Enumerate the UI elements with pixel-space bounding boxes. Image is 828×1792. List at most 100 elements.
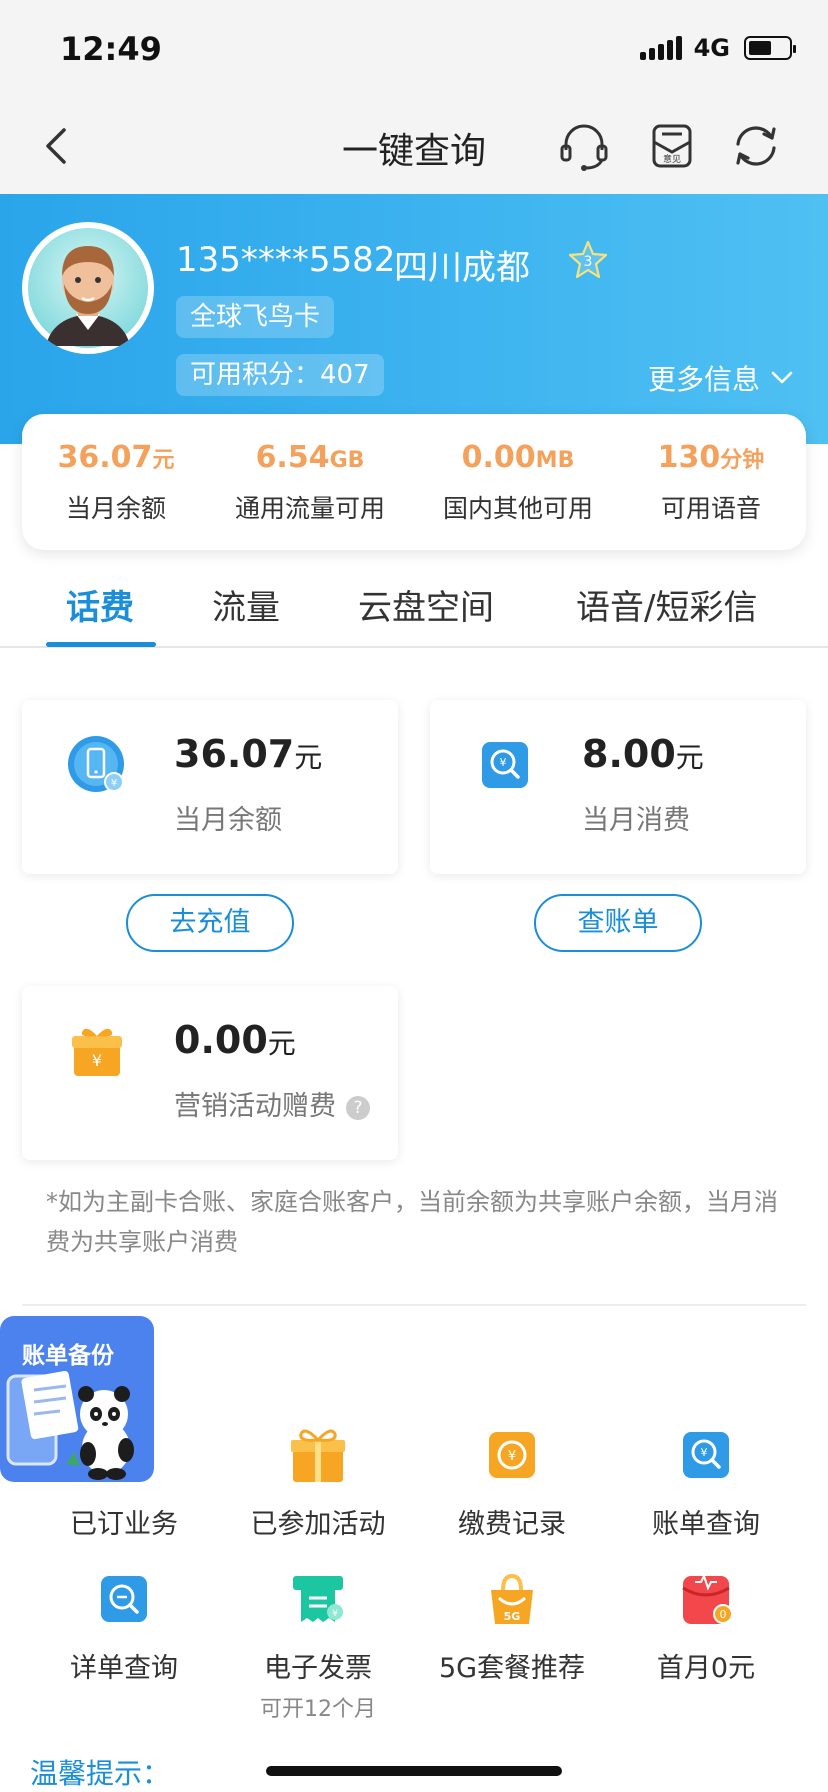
- function-e-invoice[interactable]: ¥ 电子发票 可开12个月: [218, 1568, 418, 1723]
- stat-other-data[interactable]: 0.00MB 国内其他可用: [418, 440, 618, 525]
- balance-card[interactable]: ¥ 36.07元 当月余额: [22, 700, 398, 874]
- detail-query-icon: [101, 1576, 147, 1622]
- avatar-illustration-icon: [24, 224, 152, 352]
- points-tag[interactable]: 可用积分：407: [176, 354, 384, 396]
- svg-text:¥: ¥: [701, 1446, 708, 1459]
- active-tab-indicator: [46, 642, 156, 647]
- 5g-package-icon: 5G: [491, 1573, 533, 1624]
- status-bar: 12:49 4G: [0, 0, 828, 100]
- bill-search-icon: ¥: [482, 742, 528, 788]
- help-icon[interactable]: ?: [346, 1096, 370, 1120]
- stat-balance[interactable]: 36.07元 当月余额: [36, 440, 196, 525]
- stat-data[interactable]: 6.54GB 通用流量可用: [210, 440, 410, 525]
- bill-backup-float-button[interactable]: 账单备份: [0, 1316, 154, 1482]
- function-label: 账单查询: [652, 1509, 760, 1540]
- function-first-month-free[interactable]: 0 首月0元: [606, 1568, 806, 1685]
- promo-credit-label: 营销活动赠费: [174, 1091, 336, 1122]
- tips-heading: 温馨提示：: [30, 1757, 171, 1790]
- nav-bar: 一键查询 意见: [0, 100, 828, 194]
- tab-voice-sms[interactable]: 语音/短彩信: [576, 580, 757, 629]
- payment-record-icon: ¥: [489, 1432, 535, 1478]
- page-title: 一键查询: [341, 131, 486, 172]
- invoice-icon: ¥: [293, 1576, 343, 1622]
- svg-text:¥: ¥: [508, 1449, 516, 1464]
- function-label: 已参加活动: [250, 1509, 386, 1540]
- tab-cloud-storage[interactable]: 云盘空间: [358, 580, 494, 629]
- status-time: 12:49: [60, 30, 162, 68]
- function-detail-query[interactable]: 详单查询: [24, 1568, 224, 1685]
- tab-fee[interactable]: 话费: [66, 580, 134, 629]
- function-label: 详单查询: [70, 1653, 178, 1684]
- stat-voice[interactable]: 130分钟 可用语音: [626, 440, 796, 525]
- chevron-down-icon: [771, 371, 793, 384]
- promo-credit-card[interactable]: ¥ 0.00元 营销活动赠费?: [22, 986, 398, 1160]
- red-envelope-icon: 0: [682, 1573, 733, 1624]
- function-5g-package[interactable]: 5G 5G套餐推荐: [412, 1568, 612, 1685]
- function-label: 首月0元: [656, 1653, 756, 1684]
- promo-credit-unit: 元: [267, 1027, 296, 1060]
- star-level: 3: [584, 254, 593, 270]
- mobile-phone-icon: ¥: [68, 736, 124, 792]
- spend-value: 8.00: [582, 732, 676, 776]
- user-city: 四川成都: [394, 248, 530, 288]
- gift-box-icon: [291, 1429, 345, 1482]
- function-sublabel: 可开12个月: [260, 1697, 376, 1722]
- recharge-button[interactable]: 去充值: [126, 894, 294, 952]
- promo-credit-value: 0.00: [174, 1018, 268, 1062]
- stat-label: 当月余额: [65, 494, 166, 523]
- gift-icon: ¥: [72, 1028, 122, 1076]
- phone-number: 135****5582: [176, 240, 396, 280]
- stat-value: 130: [657, 440, 721, 475]
- status-indicators: 4G: [639, 34, 796, 62]
- balance-value: 36.07: [174, 732, 295, 776]
- user-banner: 135****5582 四川成都 3 全球飞鸟卡 可用积分：407 更多信息: [0, 194, 828, 444]
- customer-service-icon[interactable]: [558, 120, 610, 172]
- function-bill-query[interactable]: ¥ 账单查询: [606, 1424, 806, 1541]
- panda-mascot-icon: [6, 1370, 134, 1480]
- function-label: 5G套餐推荐: [438, 1653, 586, 1684]
- spend-unit: 元: [675, 741, 704, 774]
- avatar[interactable]: [22, 222, 154, 354]
- svg-text:0: 0: [720, 1608, 727, 1621]
- card-type-tag: 全球飞鸟卡: [176, 296, 335, 338]
- svg-text:¥: ¥: [332, 1609, 338, 1619]
- function-label: 电子发票: [264, 1653, 372, 1684]
- stat-unit: 分钟: [720, 448, 765, 473]
- shared-account-note: *如为主副卡合账、家庭合账客户，当前余额为共享账户余额，当月消费为共享账户消费: [46, 1188, 778, 1256]
- function-label: 缴费记录: [458, 1509, 566, 1540]
- stat-value: 36.07: [57, 440, 153, 475]
- stat-value: 6.54: [255, 440, 330, 475]
- function-joined-activities[interactable]: 已参加活动: [218, 1424, 418, 1541]
- more-info-label: 更多信息: [647, 363, 760, 396]
- function-payment-records[interactable]: ¥ 缴费记录: [412, 1424, 612, 1541]
- stat-value: 0.00: [461, 440, 536, 475]
- stat-label: 国内其他可用: [442, 494, 593, 523]
- svg-text:¥: ¥: [500, 756, 507, 769]
- stat-unit: GB: [329, 448, 365, 473]
- svg-text:意见: 意见: [663, 153, 681, 165]
- signal-icon: [639, 36, 682, 60]
- svg-text:5G: 5G: [504, 1610, 521, 1623]
- stat-label: 通用流量可用: [234, 494, 385, 523]
- function-label: 已订业务: [70, 1509, 178, 1540]
- stat-label: 可用语音: [660, 494, 761, 523]
- divider: [22, 1304, 806, 1306]
- tab-data[interactable]: 流量: [212, 580, 280, 629]
- stat-unit: MB: [535, 448, 575, 473]
- network-type: 4G: [693, 34, 730, 62]
- home-indicator[interactable]: [266, 1766, 562, 1776]
- battery-icon: [744, 36, 796, 60]
- star-level-icon[interactable]: 3: [568, 240, 608, 280]
- balance-label: 当月余额: [174, 805, 282, 836]
- svg-text:¥: ¥: [111, 778, 117, 789]
- more-info-button[interactable]: 更多信息: [648, 358, 794, 398]
- bill-query-icon: ¥: [683, 1432, 729, 1478]
- view-bill-button[interactable]: 查账单: [534, 894, 702, 952]
- refresh-icon[interactable]: [730, 120, 782, 172]
- svg-text:¥: ¥: [92, 1051, 102, 1070]
- feedback-icon[interactable]: 意见: [646, 120, 698, 172]
- tab-bar: 话费 流量 云盘空间 语音/短彩信: [0, 570, 828, 648]
- monthly-spend-card[interactable]: ¥ 8.00元 当月消费: [430, 700, 806, 874]
- balance-unit: 元: [294, 741, 323, 774]
- stat-unit: 元: [152, 448, 175, 473]
